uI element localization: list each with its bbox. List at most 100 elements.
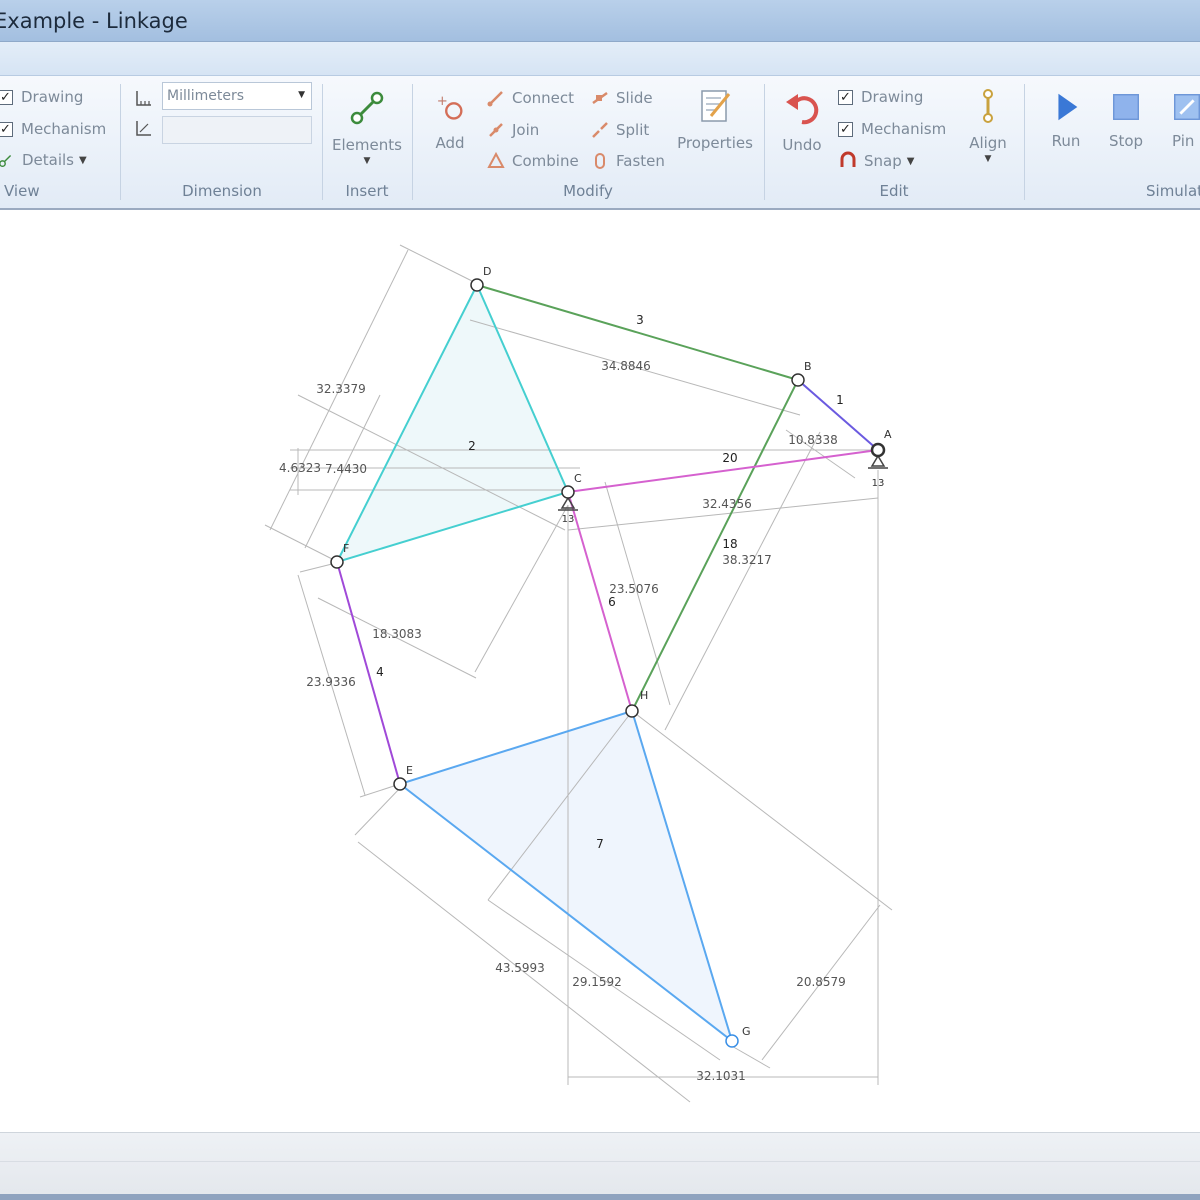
magnet-icon	[840, 151, 856, 167]
link-label: 3	[636, 313, 644, 327]
link-18[interactable]	[631, 379, 799, 712]
connect-icon	[487, 91, 503, 107]
split-label: Split	[616, 121, 650, 139]
title-bar: Example - Linkage	[0, 0, 1200, 42]
elements-button[interactable]: Elements ▼	[324, 88, 410, 166]
snap-dropdown[interactable]: Snap ▼	[838, 151, 914, 171]
link-4[interactable]	[336, 561, 401, 785]
slide-button[interactable]: Slide	[590, 88, 653, 108]
edit-mechanism-checkbox[interactable]: ✓ Mechanism	[838, 120, 946, 138]
joint-label-f: F	[343, 542, 349, 555]
modify-group: + Add Connect Join Combine Slide Split F…	[414, 76, 762, 206]
join-button[interactable]: Join	[486, 120, 539, 140]
fasten-icon	[595, 153, 605, 169]
coordinate-input[interactable]	[162, 116, 312, 144]
join-icon	[489, 123, 503, 137]
dimension-group: Millimeters ▼ Dimension	[124, 76, 320, 206]
joint-label-c: C	[574, 472, 582, 485]
details-icon	[0, 154, 12, 168]
view-drawing-checkbox[interactable]: ✓ Drawing	[0, 88, 83, 106]
dimension-label: 7.4430	[325, 462, 367, 476]
joint-d[interactable]	[470, 278, 484, 292]
joint-label-d: D	[483, 265, 491, 278]
add-button[interactable]: + Add	[420, 92, 480, 152]
fasten-button[interactable]: Fasten	[590, 151, 665, 171]
modify-group-label: Modify	[563, 182, 613, 200]
split-button[interactable]: Split	[590, 120, 649, 140]
dimension-label: 43.5993	[495, 961, 545, 975]
run-button[interactable]: Run	[1036, 90, 1096, 150]
dimension-group-label: Dimension	[182, 182, 262, 200]
properties-button[interactable]: Properties	[672, 86, 758, 152]
pin-button[interactable]: Pin	[1162, 90, 1200, 150]
link-label: 7	[596, 837, 604, 851]
mechanism-drawing[interactable]: A B C D E F G H 13 13 3 1 2 20 18 6 4 7 34.8846 32.3379 10.8…	[0, 212, 1200, 1132]
dimension-label: 23.9336	[306, 675, 356, 689]
ribbon: ✓ Drawing ✓ Mechanism Details ▼ View Mil…	[0, 76, 1200, 210]
dimension-label: 23.5076	[609, 582, 659, 596]
chevron-down-icon: ▼	[984, 154, 992, 164]
add-connector-icon: +	[437, 94, 463, 120]
link-label: 4	[376, 665, 384, 679]
joint-a[interactable]	[870, 442, 886, 458]
combine-button[interactable]: Combine	[486, 151, 579, 171]
undo-label: Undo	[782, 136, 822, 154]
check-icon: ✓	[838, 89, 853, 105]
fasten-label: Fasten	[616, 152, 665, 170]
ribbon-separator	[764, 84, 765, 200]
stop-label: Stop	[1108, 132, 1144, 150]
view-mechanism-checkbox[interactable]: ✓ Mechanism	[0, 120, 106, 138]
stop-icon	[1113, 94, 1139, 120]
chevron-down-icon: ▼	[79, 154, 87, 166]
join-label: Join	[512, 121, 540, 139]
edit-mechanism-label: Mechanism	[861, 120, 947, 138]
undo-button[interactable]: Undo	[770, 88, 834, 154]
joint-h[interactable]	[625, 704, 639, 718]
joint-f[interactable]	[330, 555, 344, 569]
ruler-icon	[136, 91, 151, 106]
dimension-label: 20.8579	[796, 975, 846, 989]
joint-g[interactable]	[725, 1034, 739, 1048]
connect-button[interactable]: Connect	[486, 88, 574, 108]
link-label: 1	[836, 393, 844, 407]
ribbon-tab-strip	[0, 42, 1200, 76]
link-label: 18	[722, 537, 737, 551]
elements-label: Elements	[332, 136, 402, 154]
units-select[interactable]: Millimeters ▼	[162, 82, 312, 110]
chevron-down-icon: ▼	[906, 155, 915, 167]
connect-label: Connect	[512, 89, 575, 107]
dimension-label: 34.8846	[601, 359, 651, 373]
joint-label-g: G	[742, 1025, 751, 1038]
joint-e[interactable]	[393, 777, 407, 791]
link-2-fill	[337, 285, 568, 562]
insert-group: Elements ▼ Insert	[324, 76, 410, 206]
joint-b[interactable]	[791, 373, 805, 387]
drawing-canvas[interactable]: A B C D E F G H 13 13 3 1 2 20 18 6 4 7 34.8846 32.3379 10.8…	[0, 212, 1200, 1132]
joint-label-e: E	[406, 764, 413, 777]
window-title: Example - Linkage	[0, 9, 188, 33]
view-drawing-label: Drawing	[21, 88, 84, 106]
units-select-value: Millimeters	[167, 88, 245, 104]
dimension-label: 32.1031	[696, 1069, 746, 1083]
stop-button[interactable]: Stop	[1096, 90, 1156, 150]
joint-c[interactable]	[561, 485, 575, 499]
insert-group-label: Insert	[345, 182, 389, 200]
dimension-label: 29.1592	[572, 975, 622, 989]
link-label: 20	[722, 451, 737, 465]
align-button[interactable]: Align ▼	[958, 86, 1018, 164]
status-bar-divider	[0, 1161, 1200, 1162]
edit-group: Undo ✓ Drawing ✓ Mechanism Snap ▼ Align …	[766, 76, 1022, 206]
align-icon	[983, 89, 993, 123]
properties-icon	[701, 90, 731, 122]
linkage-app-window: Example - Linkage ✓ Drawing ✓ Mechanism …	[0, 0, 1200, 1200]
view-mechanism-label: Mechanism	[21, 120, 107, 138]
run-label: Run	[1051, 132, 1081, 150]
dimension-label: 4.6323	[279, 461, 321, 475]
anchor-a-icon	[870, 454, 886, 467]
dimension-label: 38.3217	[722, 553, 772, 567]
joint-label-a: A	[884, 428, 892, 441]
align-label: Align	[969, 134, 1007, 152]
view-details-dropdown[interactable]: Details ▼	[0, 151, 87, 169]
dimension-label: 18.3083	[372, 627, 422, 641]
edit-drawing-checkbox[interactable]: ✓ Drawing	[838, 88, 923, 106]
